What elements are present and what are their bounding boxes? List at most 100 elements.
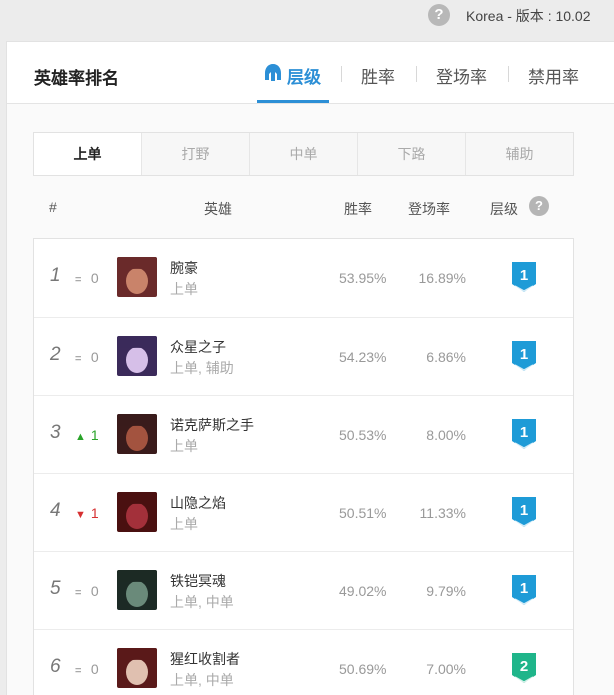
lane-support[interactable]: 辅助 xyxy=(465,133,573,175)
table-row[interactable]: 2 = 0 众星之子 上单, 辅助 54.23% 6.86% 1 xyxy=(34,317,573,395)
table-header: # 英雄 胜率 登场率 层级 ? xyxy=(33,186,574,226)
rank-change-value: 0 xyxy=(90,349,99,365)
tier-value: 1 xyxy=(520,580,528,597)
rank-number: 1 xyxy=(50,265,61,286)
tier-badge-icon: 1 xyxy=(512,497,536,527)
lane-top[interactable]: 上单 xyxy=(34,133,141,175)
tab-divider xyxy=(508,66,509,82)
table-row[interactable]: 3 ▲ 1 诺克萨斯之手 上单 50.53% 8.00% 1 xyxy=(34,395,573,473)
tier-value: 1 xyxy=(520,267,528,284)
ranking-table: 1 = 0 腕豪 上单 53.95% 16.89% 1 2 = 0 众星之子 上… xyxy=(33,238,574,695)
tab-winrate[interactable]: 胜率 xyxy=(361,63,395,88)
rank-change-value: 0 xyxy=(90,661,99,677)
tab-divider xyxy=(416,66,417,82)
panel-header: 英雄率排名 层级 胜率 登场率 禁用率 xyxy=(7,42,614,104)
rank-change-value: 0 xyxy=(90,270,99,286)
hero-pickrate: 6.86% xyxy=(426,349,466,365)
tier-value: 1 xyxy=(520,424,528,441)
hero-name[interactable]: 山隐之焰 xyxy=(170,493,226,513)
hero-avatar[interactable] xyxy=(117,570,157,610)
hero-name[interactable]: 猩红收割者 xyxy=(170,649,240,669)
lane-mid[interactable]: 中单 xyxy=(249,133,357,175)
tier-badge-icon: 1 xyxy=(512,341,536,371)
rank-number: 5 xyxy=(50,578,61,599)
rank-change-value: 0 xyxy=(90,583,99,599)
hero-pickrate: 8.00% xyxy=(426,427,466,443)
table-row[interactable]: 5 = 0 铁铠冥魂 上单, 中单 49.02% 9.79% 1 xyxy=(34,551,573,629)
table-row[interactable]: 6 = 0 猩红收割者 上单, 中单 50.69% 7.00% 2 xyxy=(34,629,573,695)
tier-badge-icon: 1 xyxy=(512,419,536,449)
hero-avatar[interactable] xyxy=(117,414,157,454)
rank-change-icon: ▲ xyxy=(75,431,86,443)
tier-value: 1 xyxy=(520,502,528,519)
tier-helmet-icon xyxy=(265,64,281,81)
hero-winrate: 54.23% xyxy=(339,349,387,365)
table-row[interactable]: 1 = 0 腕豪 上单 53.95% 16.89% 1 xyxy=(34,239,573,317)
tab-pickrate[interactable]: 登场率 xyxy=(436,63,487,88)
hero-name[interactable]: 铁铠冥魂 xyxy=(170,571,226,591)
hero-positions: 上单 xyxy=(170,516,198,532)
hero-avatar[interactable] xyxy=(117,336,157,376)
lane-jungle[interactable]: 打野 xyxy=(141,133,249,175)
hero-name[interactable]: 众星之子 xyxy=(170,337,226,357)
hero-positions: 上单, 中单 xyxy=(170,672,234,688)
rank-change: = 0 xyxy=(75,583,99,599)
hero-winrate: 49.02% xyxy=(339,583,387,599)
hero-winrate: 50.53% xyxy=(339,427,387,443)
tier-badge-icon: 2 xyxy=(512,653,536,683)
hero-avatar[interactable] xyxy=(117,648,157,688)
rank-number: 2 xyxy=(50,344,61,365)
rank-change-value: 1 xyxy=(90,427,99,443)
lane-bottom[interactable]: 下路 xyxy=(357,133,465,175)
tier-badge-icon: 1 xyxy=(512,262,536,292)
tier-value: 2 xyxy=(520,658,528,675)
hero-positions: 上单, 辅助 xyxy=(170,360,234,376)
tier-badge-icon: 1 xyxy=(512,575,536,605)
hero-pickrate: 11.33% xyxy=(419,505,466,521)
rank-number: 3 xyxy=(50,422,61,443)
hero-positions: 上单 xyxy=(170,438,198,454)
tier-value: 1 xyxy=(520,346,528,363)
rank-change-icon: ▼ xyxy=(75,509,86,521)
rank-number: 4 xyxy=(50,500,61,521)
rank-change: = 0 xyxy=(75,270,99,286)
champion-ranking-panel: 英雄率排名 层级 胜率 登场率 禁用率 上单 打野 中单 下路 辅助 # 英雄 … xyxy=(6,41,614,695)
rank-change: = 0 xyxy=(75,661,99,677)
lane-filter: 上单 打野 中单 下路 辅助 xyxy=(33,132,574,176)
column-hero: 英雄 xyxy=(204,201,232,217)
hero-avatar[interactable] xyxy=(117,492,157,532)
rank-change: = 0 xyxy=(75,349,99,365)
column-winrate[interactable]: 胜率 xyxy=(344,199,372,219)
active-tab-indicator xyxy=(257,100,329,103)
rank-change-icon: = xyxy=(75,587,82,599)
rank-change-value: 1 xyxy=(90,505,99,521)
rank-change-icon: = xyxy=(75,274,82,286)
table-row[interactable]: 4 ▼ 1 山隐之焰 上单 50.51% 11.33% 1 xyxy=(34,473,573,551)
tier-help-icon[interactable]: ? xyxy=(529,196,549,216)
rank-change-icon: = xyxy=(75,353,82,365)
tab-tier[interactable]: 层级 xyxy=(287,63,321,88)
hero-winrate: 50.69% xyxy=(339,661,387,677)
column-rank: # xyxy=(49,199,57,215)
rank-change: ▼ 1 xyxy=(75,505,99,521)
hero-winrate: 53.95% xyxy=(339,270,387,286)
hero-pickrate: 16.89% xyxy=(418,270,466,286)
help-icon[interactable]: ? xyxy=(428,4,450,26)
column-tier[interactable]: 层级 xyxy=(490,199,518,219)
rank-change-icon: = xyxy=(75,665,82,677)
hero-avatar[interactable] xyxy=(117,257,157,297)
hero-pickrate: 9.79% xyxy=(426,583,466,599)
column-pickrate[interactable]: 登场率 xyxy=(408,199,450,219)
hero-pickrate: 7.00% xyxy=(426,661,466,677)
tab-banrate[interactable]: 禁用率 xyxy=(528,63,579,88)
hero-winrate: 50.51% xyxy=(339,505,387,521)
rank-number: 6 xyxy=(50,656,61,677)
hero-positions: 上单, 中单 xyxy=(170,594,234,610)
hero-positions: 上单 xyxy=(170,281,198,297)
hero-name[interactable]: 腕豪 xyxy=(170,258,198,278)
hero-name[interactable]: 诺克萨斯之手 xyxy=(170,415,254,435)
top-bar: ? Korea - 版本 : 10.02 xyxy=(0,0,614,30)
page-title: 英雄率排名 xyxy=(34,69,119,88)
tab-divider xyxy=(341,66,342,82)
region-version-label[interactable]: Korea - 版本 : 10.02 xyxy=(466,6,591,26)
